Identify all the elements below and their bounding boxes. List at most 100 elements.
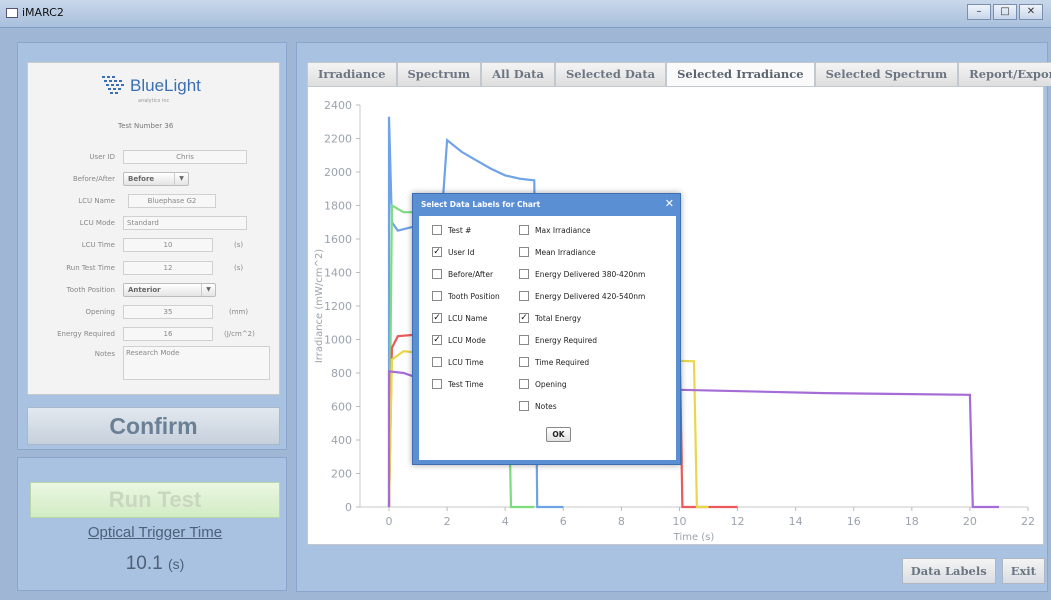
checkmark-icon[interactable]: ✓	[432, 335, 442, 345]
x-tick-label: 12	[731, 515, 745, 528]
trigger-value-unit: (s)	[167, 556, 185, 572]
run-test-time-field[interactable]: 12	[123, 261, 213, 275]
lcu-name-label: LCU Name	[78, 197, 115, 205]
checkbox-icon[interactable]	[519, 291, 529, 301]
checkbox-icon[interactable]	[519, 335, 529, 345]
checkbox-total-energy[interactable]: ✓ Total Energy	[519, 313, 581, 323]
checkbox-max-irradiance[interactable]: Max Irradiance	[519, 225, 591, 235]
lcu-time-field[interactable]: 10	[123, 238, 213, 252]
logo-subtext: analytics inc	[138, 98, 170, 104]
checkbox-icon[interactable]	[432, 291, 442, 301]
checkmark-icon[interactable]: ✓	[432, 313, 442, 323]
checkbox-label: Total Energy	[535, 313, 582, 323]
checkbox-icon[interactable]	[519, 401, 529, 411]
confirm-button[interactable]: Confirm	[27, 407, 280, 445]
checkbox-icon[interactable]	[432, 379, 442, 389]
y-tick-label: 1800	[324, 200, 352, 213]
notes-field[interactable]: Research Mode	[123, 346, 270, 380]
checkbox-label: Test #	[448, 225, 472, 235]
checkbox-label: Mean Irradiance	[535, 247, 596, 257]
tab-selected-spectrum[interactable]: Selected Spectrum	[814, 62, 959, 86]
data-labels-dialog: Select Data Labels for Chart ✕ OK Test #…	[412, 193, 681, 465]
notes-label: Notes	[94, 350, 115, 358]
checkbox-tooth-position[interactable]: Tooth Position	[432, 291, 500, 301]
tab-irradiance[interactable]: Irradiance	[307, 62, 397, 86]
y-tick-label: 1400	[324, 267, 352, 280]
close-icon[interactable]: ✕	[665, 197, 674, 210]
y-tick-label: 200	[331, 468, 352, 481]
checkbox-before-after[interactable]: Before/After	[432, 269, 493, 279]
checkbox-label: LCU Time	[448, 357, 484, 367]
checkbox-label: Energy Delivered 380-420nm	[535, 269, 646, 279]
checkbox-label: Test Time	[448, 379, 484, 389]
energy-required-unit: (J/cm^2)	[224, 330, 255, 338]
y-tick-label: 800	[331, 367, 352, 380]
tab-selected-data[interactable]: Selected Data	[554, 62, 667, 86]
y-tick-label: 0	[345, 501, 352, 514]
x-tick-label: 2	[444, 515, 451, 528]
checkbox-energy-required[interactable]: Energy Required	[519, 335, 597, 345]
user-id-field[interactable]: Chris	[123, 150, 247, 164]
checkbox-label: LCU Mode	[448, 335, 486, 345]
x-tick-label: 0	[386, 515, 393, 528]
tab-all-data[interactable]: All Data	[481, 62, 555, 86]
lcu-time-unit: (s)	[234, 241, 244, 249]
ok-button[interactable]: OK	[546, 427, 571, 442]
title-bar: iMARC2 – □ ✕	[0, 0, 1051, 28]
x-tick-label: 20	[963, 515, 977, 528]
checkbox-lcu-name[interactable]: ✓ LCU Name	[432, 313, 487, 323]
checkbox-icon[interactable]	[519, 225, 529, 235]
checkmark-icon[interactable]: ✓	[432, 247, 442, 257]
chevron-down-icon: ▼	[174, 173, 188, 185]
checkbox-test[interactable]: Test #	[432, 225, 471, 235]
energy-required-field[interactable]: 16	[123, 327, 213, 341]
checkbox-icon[interactable]	[519, 247, 529, 257]
y-tick-label: 2400	[324, 99, 352, 112]
checkbox-mean-irradiance[interactable]: Mean Irradiance	[519, 247, 596, 257]
tooth-position-select[interactable]: Anterior ▼	[123, 283, 216, 297]
checkbox-label: Opening	[535, 379, 567, 389]
checkbox-notes[interactable]: Notes	[519, 401, 557, 411]
checkbox-energy-delivered-380-420nm[interactable]: Energy Delivered 380-420nm	[519, 269, 645, 279]
bluelight-logo: BlueLight analytics inc	[100, 70, 220, 114]
checkbox-icon[interactable]	[432, 225, 442, 235]
checkbox-user-id[interactable]: ✓ User Id	[432, 247, 474, 257]
lcu-name-field[interactable]: Bluephase G2	[128, 194, 216, 208]
checkbox-opening[interactable]: Opening	[519, 379, 567, 389]
checkbox-label: Before/After	[448, 269, 494, 279]
checkbox-test-time[interactable]: Test Time	[432, 379, 484, 389]
x-axis-label: Time (s)	[673, 532, 715, 543]
checkmark-icon[interactable]: ✓	[519, 313, 529, 323]
window-controls: – □ ✕	[967, 4, 1043, 20]
y-tick-label: 1000	[324, 334, 352, 347]
tab-spectrum[interactable]: Spectrum	[396, 62, 482, 86]
test-number: Test Number 36	[118, 122, 173, 130]
exit-button[interactable]: Exit	[1001, 558, 1045, 584]
x-tick-label: 22	[1021, 515, 1035, 528]
lcu-mode-field[interactable]: Standard	[123, 216, 247, 230]
tab-report-export[interactable]: Report/Export	[958, 62, 1051, 86]
run-test-button[interactable]: Run Test	[30, 482, 280, 518]
x-tick-label: 10	[672, 515, 686, 528]
data-labels-button[interactable]: Data Labels	[901, 558, 996, 584]
before-after-value: Before	[128, 175, 155, 183]
checkbox-energy-delivered-420-540nm[interactable]: Energy Delivered 420-540nm	[519, 291, 645, 301]
checkbox-lcu-time[interactable]: LCU Time	[432, 357, 484, 367]
before-after-select[interactable]: Before ▼	[123, 172, 189, 186]
maximize-button[interactable]: □	[993, 4, 1017, 20]
checkbox-lcu-mode[interactable]: ✓ LCU Mode	[432, 335, 486, 345]
close-button[interactable]: ✕	[1019, 4, 1043, 20]
checkbox-icon[interactable]	[432, 269, 442, 279]
y-tick-label: 2200	[324, 133, 352, 146]
checkbox-time-required[interactable]: Time Required	[519, 357, 589, 367]
checkbox-icon[interactable]	[432, 357, 442, 367]
checkbox-icon[interactable]	[519, 357, 529, 367]
checkbox-label: Energy Delivered 420-540nm	[535, 291, 646, 301]
minimize-button[interactable]: –	[967, 4, 991, 20]
opening-field[interactable]: 35	[123, 305, 213, 319]
tab-selected-irradiance[interactable]: Selected Irradiance	[666, 62, 815, 86]
opening-label: Opening	[85, 308, 115, 316]
x-tick-label: 8	[618, 515, 625, 528]
checkbox-icon[interactable]	[519, 379, 529, 389]
checkbox-icon[interactable]	[519, 269, 529, 279]
